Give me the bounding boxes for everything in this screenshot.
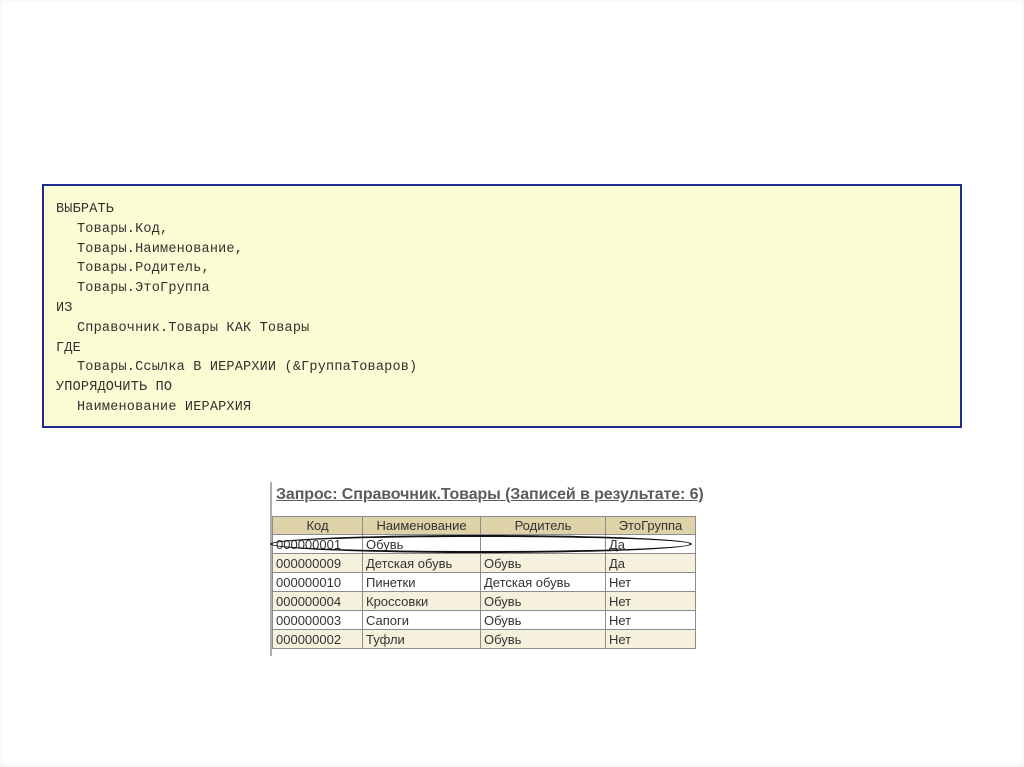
query-line: Товары.Родитель, xyxy=(77,261,210,277)
query-line: ГДЕ xyxy=(56,340,81,356)
cell-code: 000000003 xyxy=(272,610,363,630)
column-header-code[interactable]: Код xyxy=(272,516,363,535)
column-header-name[interactable]: Наименование xyxy=(362,516,481,535)
query-line: ВЫБРАТЬ xyxy=(56,202,115,217)
cell-code: 000000001 xyxy=(272,534,363,554)
column-header-is-group[interactable]: ЭтоГруппа xyxy=(605,516,696,535)
query-result-panel: Запрос: Справочник.Товары (Записей в рез… xyxy=(270,478,750,658)
cell-code: 000000002 xyxy=(272,629,363,649)
query-line: ИЗ xyxy=(56,300,73,316)
table-header-row: Код Наименование Родитель ЭтоГруппа xyxy=(272,516,696,535)
table-row[interactable]: 000000010 Пинетки Детская обувь Нет xyxy=(272,572,696,592)
cell-is-group: Да xyxy=(605,553,696,573)
cell-name: Детская обувь xyxy=(362,553,481,573)
query-line: УПОРЯДОЧИТЬ ПО xyxy=(56,380,173,396)
table-row[interactable]: 000000004 Кроссовки Обувь Нет xyxy=(272,591,696,611)
cell-name: Обувь xyxy=(362,534,481,554)
cell-is-group: Нет xyxy=(605,629,696,649)
column-header-parent[interactable]: Родитель xyxy=(480,516,606,535)
cell-name: Сапоги xyxy=(362,610,481,630)
query-line: Наименование ИЕРАРХИЯ xyxy=(77,399,252,415)
cell-parent: Обувь xyxy=(480,591,606,611)
query-line: Товары.Наименование, xyxy=(77,241,244,257)
cell-is-group: Нет xyxy=(605,610,696,630)
query-line: Товары.Код, xyxy=(77,221,169,237)
cell-parent: Обувь xyxy=(480,629,606,649)
cell-parent: Обувь xyxy=(480,610,606,630)
cell-code: 000000010 xyxy=(272,572,363,592)
cell-name: Кроссовки xyxy=(362,591,481,611)
cell-parent xyxy=(480,534,606,554)
table-row[interactable]: 000000001 Обувь Да xyxy=(272,534,696,554)
cell-is-group: Нет xyxy=(605,591,696,611)
query-text-box: ВЫБРАТЬ Товары.Код, Товары.Наименование,… xyxy=(42,184,962,428)
cell-is-group: Да xyxy=(605,534,696,554)
cell-name: Пинетки xyxy=(362,572,481,592)
cell-parent: Детская обувь xyxy=(480,572,606,592)
query-line: Справочник.Товары КАК Товары xyxy=(77,320,310,336)
cell-code: 000000004 xyxy=(272,591,363,611)
slide: ВЫБРАТЬ Товары.Код, Товары.Наименование,… xyxy=(0,0,1024,767)
cell-code: 000000009 xyxy=(272,553,363,573)
cell-name: Туфли xyxy=(362,629,481,649)
table-row[interactable]: 000000009 Детская обувь Обувь Да xyxy=(272,553,696,573)
cell-is-group: Нет xyxy=(605,572,696,592)
table-row[interactable]: 000000002 Туфли Обувь Нет xyxy=(272,629,696,649)
cell-parent: Обувь xyxy=(480,553,606,573)
result-table: Код Наименование Родитель ЭтоГруппа 0000… xyxy=(272,516,696,649)
result-title: Запрос: Справочник.Товары (Записей в рез… xyxy=(276,486,704,503)
table-row[interactable]: 000000003 Сапоги Обувь Нет xyxy=(272,610,696,630)
query-line: Товары.Ссылка В ИЕРАРХИИ (&ГруппаТоваров… xyxy=(77,360,418,376)
query-line: Товары.ЭтоГруппа xyxy=(77,281,210,297)
